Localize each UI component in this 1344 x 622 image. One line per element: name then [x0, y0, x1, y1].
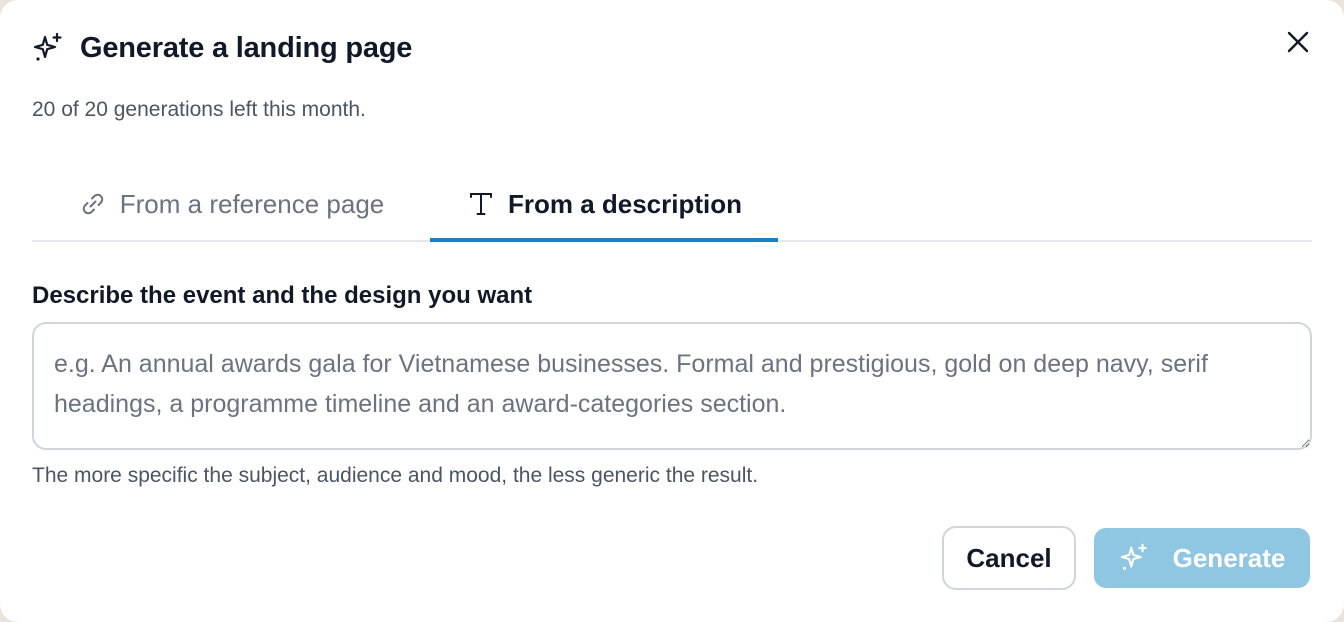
- cancel-button[interactable]: Cancel: [942, 526, 1076, 590]
- tab-label: From a reference page: [119, 188, 385, 219]
- tab-label: From a description: [507, 188, 743, 219]
- sparkles-icon: [32, 31, 66, 65]
- description-field-wrapper: [32, 322, 1312, 450]
- source-tabs: From a reference page From a description: [32, 168, 1312, 242]
- sparkles-icon: [1119, 542, 1151, 574]
- description-label: Describe the event and the design you wa…: [32, 282, 533, 309]
- close-button[interactable]: [1282, 28, 1314, 60]
- generate-button-label: Generate: [1172, 542, 1286, 573]
- close-icon: [1286, 30, 1310, 59]
- link-icon: [78, 189, 108, 219]
- description-textarea[interactable]: [32, 322, 1312, 450]
- description-helper-text: The more specific the subject, audience …: [32, 464, 759, 487]
- generate-landing-page-dialog: Generate a landing page 20 of 20 generat…: [0, 0, 1344, 622]
- text-icon: [466, 189, 496, 219]
- active-tab-indicator: [430, 238, 778, 242]
- dialog-title: Generate a landing page: [80, 31, 413, 64]
- generations-remaining: 20 of 20 generations left this month.: [32, 98, 366, 121]
- generate-button[interactable]: Generate: [1094, 528, 1310, 588]
- tab-from-description[interactable]: From a description: [430, 168, 778, 240]
- tab-from-reference-page[interactable]: From a reference page: [32, 168, 430, 240]
- dialog-header: Generate a landing page: [32, 28, 412, 68]
